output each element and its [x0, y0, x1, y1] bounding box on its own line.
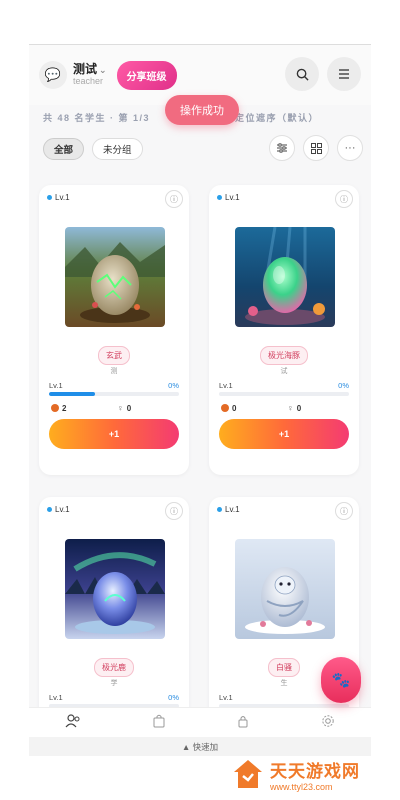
watermark-url: www.ttyl23.com — [270, 781, 333, 792]
pet-egg-image — [235, 539, 335, 639]
sliders-icon[interactable] — [269, 135, 295, 161]
info-icon[interactable]: ⓘ — [335, 502, 353, 520]
progress-percent: 0% — [168, 693, 179, 702]
watermark-logo-icon — [232, 758, 264, 790]
progress-percent: 0% — [168, 381, 179, 390]
sort-label[interactable]: 定位遮序（默认） — [235, 111, 319, 124]
filter-bar: 全部 未分组 ··· — [29, 131, 371, 167]
user-switcher[interactable]: 测试 ⌄ teacher — [73, 63, 107, 86]
user-role: teacher — [73, 75, 104, 86]
progress-fill — [49, 392, 95, 396]
bulb-count: 0 — [296, 403, 302, 413]
level-label: Lv.1 — [49, 381, 63, 390]
level-label: Lv.1 — [219, 381, 233, 390]
tab-settings-icon[interactable] — [321, 714, 335, 731]
info-icon[interactable]: ⓘ — [165, 190, 183, 208]
level-badge: Lv.1 — [217, 193, 240, 202]
pet-egg-image — [65, 539, 165, 639]
share-class-button[interactable]: 分享班级 — [116, 60, 177, 90]
food-count: 2 — [62, 403, 67, 413]
pet-card[interactable]: Lv.1 ⓘ 玄武 测 Lv.1 0% 2 ♀ 0 +1 — [39, 185, 189, 475]
app-window: 💬 测试 ⌄ teacher 分享班级 共 48 名学生 · 第 1/3 定位遮序… — [29, 44, 371, 756]
progress-percent: 0% — [338, 381, 349, 390]
food-count: 0 — [232, 403, 237, 413]
food-icon — [51, 404, 59, 412]
grid-view-icon[interactable] — [303, 135, 329, 161]
search-icon[interactable] — [285, 57, 319, 91]
level-label: Lv.1 — [219, 693, 233, 702]
pet-egg-image — [65, 227, 165, 327]
bulb-icon: ♀ — [287, 403, 294, 413]
info-icon[interactable]: ⓘ — [335, 190, 353, 208]
watermark-title: 天天游戏网 — [270, 761, 360, 781]
add-point-button[interactable]: +1 — [219, 419, 349, 449]
level-label: Lv.1 — [49, 693, 63, 702]
user-name: 测试 — [73, 62, 98, 77]
watermark: 天天游戏网 www.ttyl23.com — [232, 752, 392, 796]
bulb-count: 0 — [126, 403, 132, 413]
level-badge: Lv.1 — [47, 505, 70, 514]
pet-name-label: 玄武 — [98, 346, 130, 365]
level-badge: Lv.1 — [47, 193, 70, 202]
food-icon — [221, 404, 229, 412]
menu-icon[interactable] — [327, 57, 361, 91]
owner-name: 测 — [110, 368, 118, 375]
pet-name-label: 极光鹿 — [94, 658, 134, 677]
tab-shop-icon[interactable] — [153, 714, 165, 731]
paw-icon[interactable]: 🐾 — [321, 657, 361, 703]
pet-name-label: 极光海豚 — [260, 346, 308, 365]
owner-name: 学 — [110, 680, 118, 687]
progress-bar — [49, 392, 179, 396]
more-icon[interactable]: ··· — [337, 135, 363, 161]
tab-lock-icon[interactable] — [237, 714, 249, 731]
success-toast: 操作成功 — [165, 95, 239, 125]
pet-grid: Lv.1 ⓘ 玄武 测 Lv.1 0% 2 ♀ 0 +1 Lv.1 ⓘ 极光海豚… — [39, 185, 361, 756]
chat-icon[interactable]: 💬 — [39, 61, 67, 89]
pet-name-label: 白骚 — [268, 658, 300, 677]
owner-name: 试 — [280, 368, 288, 375]
student-summary: 共 48 名学生 · 第 1/3 — [43, 113, 151, 123]
progress-bar — [219, 392, 349, 396]
pet-egg-image — [235, 227, 335, 327]
level-badge: Lv.1 — [217, 505, 240, 514]
quick-add-label: ▲ 快速加 — [181, 742, 219, 752]
filter-all[interactable]: 全部 — [43, 138, 85, 160]
bottom-tab-bar — [29, 707, 371, 737]
tab-students-icon[interactable] — [65, 714, 81, 731]
filter-ungrouped[interactable]: 未分组 — [92, 138, 143, 160]
info-icon[interactable]: ⓘ — [165, 502, 183, 520]
add-point-button[interactable]: +1 — [49, 419, 179, 449]
chevron-down-icon: ⌄ — [99, 65, 107, 76]
bulb-icon: ♀ — [117, 403, 124, 413]
pet-card[interactable]: Lv.1 ⓘ 极光海豚 试 Lv.1 0% 0 ♀ 0 +1 — [209, 185, 359, 475]
